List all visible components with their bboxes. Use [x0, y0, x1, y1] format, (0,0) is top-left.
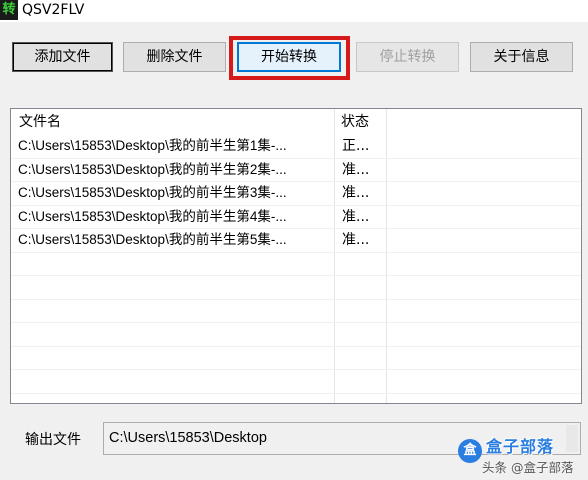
- empty-row: [11, 370, 581, 394]
- file-list[interactable]: 文件名 状态 C:\Users\15853\Desktop\我的前半生第1集-.…: [10, 108, 582, 404]
- file-name-cell: C:\Users\15853\Desktop\我的前半生第4集-...: [18, 208, 287, 224]
- status-cell: 准...: [342, 208, 370, 225]
- empty-row: [11, 253, 581, 276]
- status-cell: 准...: [342, 161, 370, 178]
- list-item[interactable]: C:\Users\15853\Desktop\我的前半生第4集-... 准...: [11, 206, 581, 229]
- watermark-credit: 头条 @盒子部落: [482, 460, 574, 475]
- output-file-label: 输出文件: [25, 432, 81, 448]
- output-path-value: C:\Users\15853\Desktop: [109, 430, 267, 446]
- about-button[interactable]: 关于信息: [470, 42, 573, 72]
- empty-row: [11, 394, 581, 404]
- list-item[interactable]: C:\Users\15853\Desktop\我的前半生第2集-... 准...: [11, 159, 581, 182]
- status-cell: 正...: [342, 138, 370, 154]
- watermark-logo-icon: 盒: [458, 439, 482, 463]
- empty-row: [11, 323, 581, 347]
- list-rows: C:\Users\15853\Desktop\我的前半生第1集-... 正...…: [11, 135, 581, 404]
- file-name-cell: C:\Users\15853\Desktop\我的前半生第2集-...: [18, 161, 287, 177]
- window-title: QSV2FLV: [22, 2, 85, 18]
- watermark-brand: 盒子部落: [486, 437, 555, 456]
- output-field-scrollbar: [566, 425, 578, 452]
- start-convert-button[interactable]: 开始转换: [237, 42, 341, 72]
- title-bar: 转 QSV2FLV: [0, 0, 588, 22]
- empty-row: [11, 300, 581, 323]
- file-name-cell: C:\Users\15853\Desktop\我的前半生第3集-...: [18, 185, 287, 200]
- file-name-cell: C:\Users\15853\Desktop\我的前半生第5集-...: [18, 232, 287, 247]
- list-item[interactable]: C:\Users\15853\Desktop\我的前半生第5集-... 准...: [11, 229, 581, 253]
- list-header: 文件名 状态: [11, 109, 581, 133]
- column-header-status[interactable]: 状态: [341, 113, 369, 131]
- column-header-filename[interactable]: 文件名: [19, 113, 61, 131]
- empty-row: [11, 276, 581, 300]
- file-name-cell: C:\Users\15853\Desktop\我的前半生第1集-...: [18, 138, 287, 153]
- app-icon: 转: [0, 0, 18, 20]
- stop-convert-button: 停止转换: [356, 42, 459, 72]
- status-cell: 准...: [342, 185, 370, 201]
- list-item[interactable]: C:\Users\15853\Desktop\我的前半生第3集-... 准...: [11, 182, 581, 206]
- empty-row: [11, 347, 581, 370]
- add-file-button[interactable]: 添加文件: [12, 42, 113, 72]
- list-item[interactable]: C:\Users\15853\Desktop\我的前半生第1集-... 正...: [11, 135, 581, 159]
- delete-file-button[interactable]: 删除文件: [123, 42, 226, 72]
- status-cell: 准...: [342, 232, 370, 248]
